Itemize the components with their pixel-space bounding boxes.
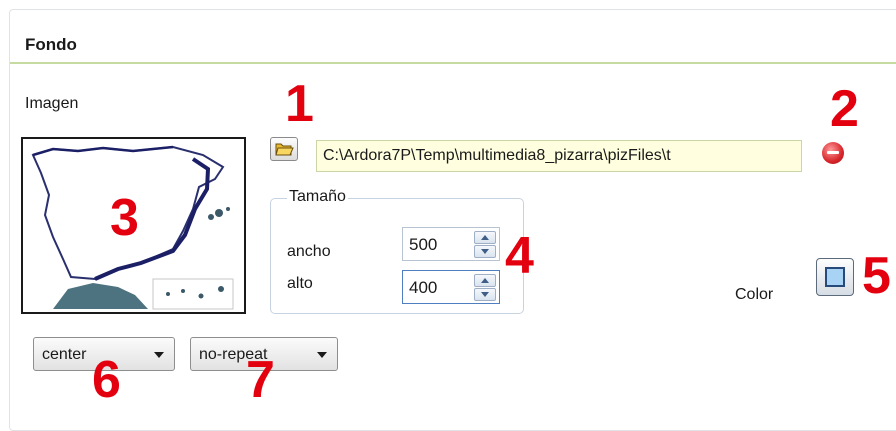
height-value: 400 [409,278,438,297]
width-label: ancho [287,243,331,260]
remove-image-button[interactable] [822,142,844,164]
height-decrease-arrow-icon[interactable] [474,288,496,301]
image-path-field[interactable]: C:\Ardora7P\Temp\multimedia8_pizarra\piz… [316,140,802,172]
width-spinner[interactable]: 500 [402,227,500,261]
size-legend: Tamaño [287,188,348,206]
width-increase-arrow-icon[interactable] [474,231,496,244]
height-increase-arrow-icon[interactable] [474,274,496,287]
callout-3: 3 [110,189,139,247]
callout-2: 2 [830,80,859,138]
callout-5: 5 [862,247,891,305]
section-title: Fondo [25,35,77,54]
width-value: 500 [409,235,438,254]
callout-1: 1 [285,75,314,133]
color-swatch [825,267,845,287]
folder-open-icon [275,143,294,156]
chevron-down-icon [317,352,327,358]
height-label: alto [287,275,313,292]
width-decrease-arrow-icon[interactable] [474,245,496,258]
chevron-down-icon [154,352,164,358]
title-divider [10,62,896,64]
callout-6: 6 [92,351,121,409]
callout-4: 4 [505,227,534,285]
browse-image-button[interactable] [270,137,298,161]
image-label: Imagen [25,95,79,112]
height-spinner[interactable]: 400 [402,270,500,304]
position-select-value: center [42,346,87,363]
callout-7: 7 [246,351,275,409]
color-label: Color [735,286,774,303]
color-picker-button[interactable] [816,258,854,296]
